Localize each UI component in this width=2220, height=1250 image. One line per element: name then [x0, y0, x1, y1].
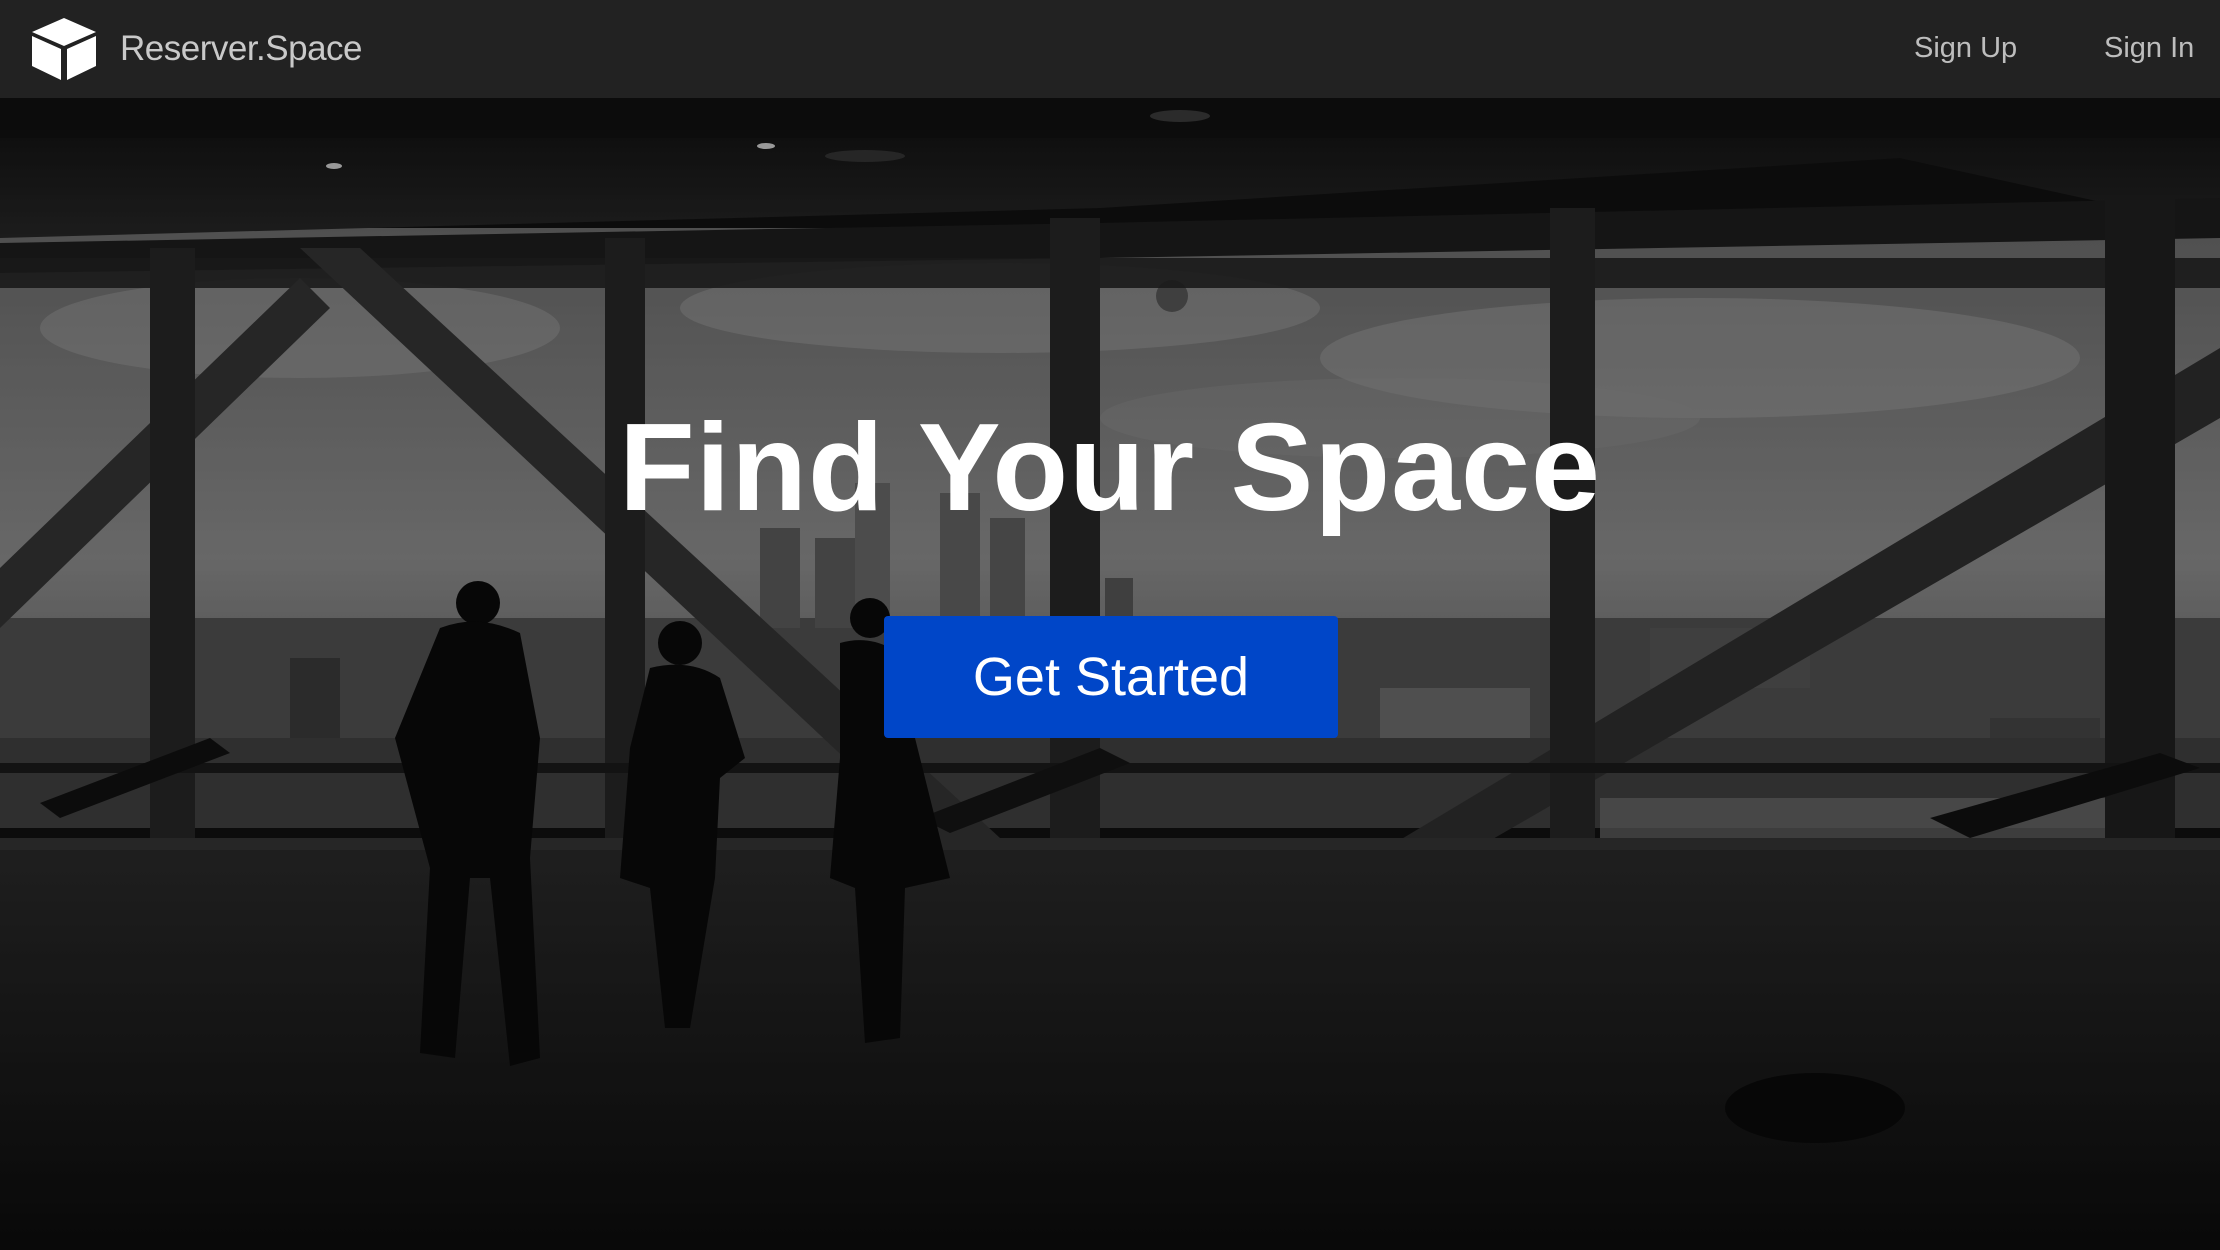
brand-home-link[interactable]: Reserver.Space	[28, 14, 363, 84]
cube-icon	[32, 18, 96, 80]
top-navbar: Reserver.Space Sign Up Sign In	[0, 0, 2220, 98]
hero-section: Find Your Space Get Started	[0, 98, 2220, 1250]
brand-name: Reserver.Space	[120, 29, 363, 68]
sign-up-link[interactable]: Sign Up	[1914, 28, 2017, 68]
sign-in-link[interactable]: Sign In	[2104, 28, 2194, 68]
hero-title: Find Your Space	[619, 399, 1601, 537]
get-started-button[interactable]: Get Started	[884, 616, 1338, 738]
